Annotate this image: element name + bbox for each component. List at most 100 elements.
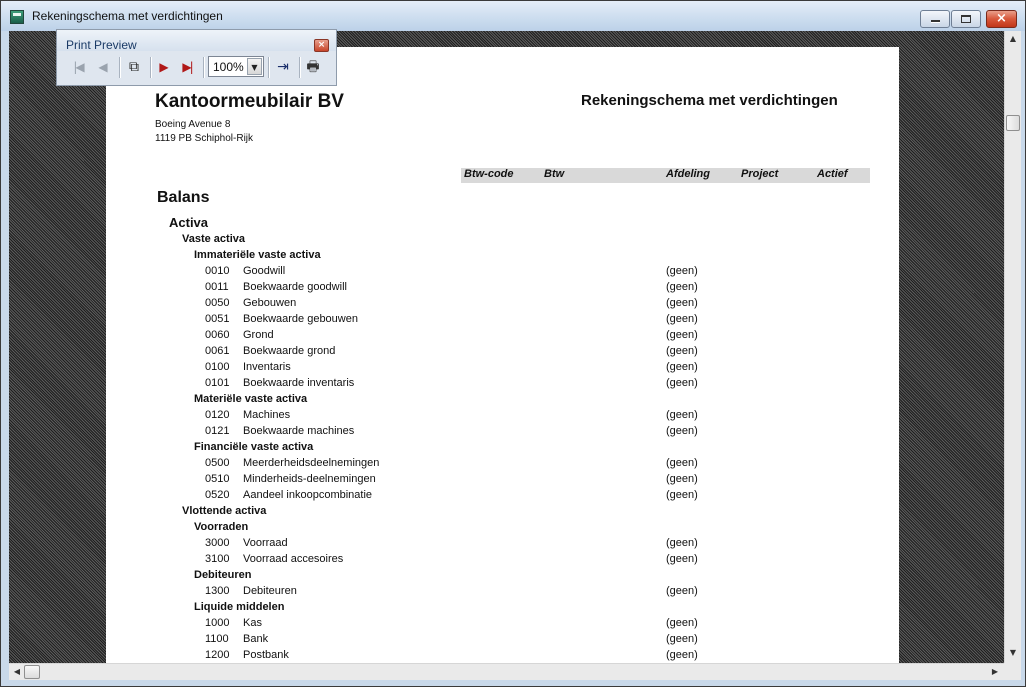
previous-page-icon[interactable]: ◀ <box>92 56 114 78</box>
column-btw: Btw <box>544 168 565 180</box>
account-afdeling: (geen) <box>666 473 698 485</box>
account-name: Minderheids-deelnemingen <box>243 473 376 485</box>
account-name: Goodwill <box>243 265 286 277</box>
account-afdeling: (geen) <box>666 585 698 597</box>
group-liquide-middelen: Liquide middelen <box>194 601 285 613</box>
account-code: 3100 <box>205 553 230 565</box>
account-name: Voorraad <box>243 537 288 549</box>
account-name: Boekwaarde machines <box>243 425 355 437</box>
account-afdeling: (geen) <box>666 537 698 549</box>
maximize-button[interactable] <box>951 10 981 28</box>
account-code: 0010 <box>205 265 230 277</box>
column-btw-code: Btw-code <box>464 168 514 180</box>
scrollbar-corner <box>1004 663 1021 680</box>
account-code: 1000 <box>205 617 230 629</box>
account-afdeling: (geen) <box>666 281 698 293</box>
account-name: Inventaris <box>243 361 291 373</box>
account-name: Gebouwen <box>243 297 297 309</box>
exit-door-icon[interactable]: ⇥ <box>272 56 294 78</box>
maximize-icon <box>961 15 971 23</box>
account-name: Postbank <box>243 649 289 661</box>
account-code: 0510 <box>205 473 230 485</box>
account-name: Debiteuren <box>243 585 297 597</box>
account-name: Boekwaarde goodwill <box>243 281 347 293</box>
account-afdeling: (geen) <box>666 617 698 629</box>
scroll-down-icon[interactable]: ▼ <box>1005 645 1021 661</box>
account-name: Boekwaarde inventaris <box>243 377 355 389</box>
column-actief: Actief <box>817 168 848 180</box>
chevron-down-icon[interactable]: ▼ <box>247 58 262 75</box>
scroll-up-icon[interactable]: ▲ <box>1005 31 1021 47</box>
account-code: 0520 <box>205 489 230 501</box>
account-afdeling: (geen) <box>666 361 698 373</box>
toolbar-separator <box>119 57 120 78</box>
account-code: 0011 <box>205 281 229 293</box>
group-debiteuren: Debiteuren <box>194 569 252 581</box>
group-vaste-activa: Vaste activa <box>182 233 245 245</box>
account-afdeling: (geen) <box>666 409 698 421</box>
account-code: 3000 <box>205 537 230 549</box>
scroll-right-icon[interactable]: ▶ <box>987 664 1003 680</box>
minimize-button[interactable] <box>920 10 950 28</box>
preview-area[interactable]: Kantoormeubilair BV Rekeningschema met v… <box>9 31 1004 667</box>
horizontal-scroll-thumb[interactable] <box>24 665 40 679</box>
group-immateriele-vaste-activa: Immateriële vaste activa <box>194 249 321 261</box>
app-window: Rekeningschema met verdichtingen × Kanto… <box>0 0 1026 687</box>
minimize-icon <box>931 20 940 22</box>
toolbar-close-icon[interactable]: × <box>314 39 329 52</box>
vertical-scroll-thumb[interactable] <box>1006 115 1020 131</box>
vertical-scrollbar[interactable]: ▲ ▼ <box>1004 31 1021 663</box>
print-preview-toolbar: Print Preview × |◀ ◀ ⧉ ▶ ▶| 100% ▼ ⇥ 🖶 <box>56 29 337 86</box>
toolbar-separator <box>268 57 269 78</box>
first-page-icon[interactable]: |◀ <box>67 56 89 78</box>
horizontal-scrollbar[interactable]: ◀ ▶ <box>9 663 1004 680</box>
column-afdeling: Afdeling <box>666 168 710 180</box>
account-name: Boekwaarde gebouwen <box>243 313 358 325</box>
copy-pages-icon[interactable]: ⧉ <box>123 56 145 78</box>
section-activa: Activa <box>169 215 209 230</box>
address-line-1: Boeing Avenue 8 <box>155 119 231 130</box>
title-bar[interactable]: Rekeningschema met verdichtingen × <box>1 1 1025 31</box>
report-page: Kantoormeubilair BV Rekeningschema met v… <box>106 47 899 667</box>
next-page-icon[interactable]: ▶ <box>153 56 175 78</box>
account-afdeling: (geen) <box>666 377 698 389</box>
toolbar-separator <box>203 57 204 78</box>
close-button[interactable]: × <box>986 10 1017 28</box>
account-code: 1300 <box>205 585 230 597</box>
account-code: 0051 <box>205 313 230 325</box>
toolbar-title-bar[interactable]: Print Preview × <box>57 30 336 52</box>
group-materiele-vaste-activa: Materiële vaste activa <box>194 393 308 405</box>
account-afdeling: (geen) <box>666 345 698 357</box>
last-page-icon[interactable]: ▶| <box>176 56 198 78</box>
account-code: 0050 <box>205 297 230 309</box>
account-afdeling: (geen) <box>666 633 698 645</box>
zoom-value: 100% <box>213 60 244 74</box>
group-financiele-vaste-activa: Financiële vaste activa <box>194 441 314 453</box>
column-header-bar: Btw-code Btw Afdeling Project Actief <box>461 168 870 183</box>
account-code: 0500 <box>205 457 230 469</box>
account-name: Grond <box>243 329 274 341</box>
account-code: 0100 <box>205 361 230 373</box>
toolbar-separator <box>150 57 151 78</box>
report-title: Rekeningschema met verdichtingen <box>581 92 838 109</box>
address-line-2: 1119 PB Schiphol-Rijk <box>155 133 254 144</box>
account-name: Boekwaarde grond <box>243 345 336 357</box>
account-afdeling: (geen) <box>666 457 698 469</box>
account-afdeling: (geen) <box>666 313 698 325</box>
account-afdeling: (geen) <box>666 649 698 661</box>
printer-icon[interactable]: 🖶 <box>302 56 324 78</box>
group-voorraden: Voorraden <box>194 521 249 533</box>
scroll-left-icon[interactable]: ◀ <box>9 664 25 680</box>
zoom-select[interactable]: 100% ▼ <box>208 56 264 77</box>
window-title: Rekeningschema met verdichtingen <box>32 9 223 23</box>
account-afdeling: (geen) <box>666 489 698 501</box>
account-code: 0121 <box>205 425 230 437</box>
company-name: Kantoormeubilair BV <box>155 91 344 112</box>
toolbar-title: Print Preview <box>66 38 137 52</box>
account-afdeling: (geen) <box>666 265 698 277</box>
account-name: Voorraad accesoires <box>243 553 344 565</box>
account-code: 0101 <box>205 377 230 389</box>
account-afdeling: (geen) <box>666 297 698 309</box>
toolbar-separator <box>299 57 300 78</box>
account-name: Aandeel inkoopcombinatie <box>243 489 373 501</box>
